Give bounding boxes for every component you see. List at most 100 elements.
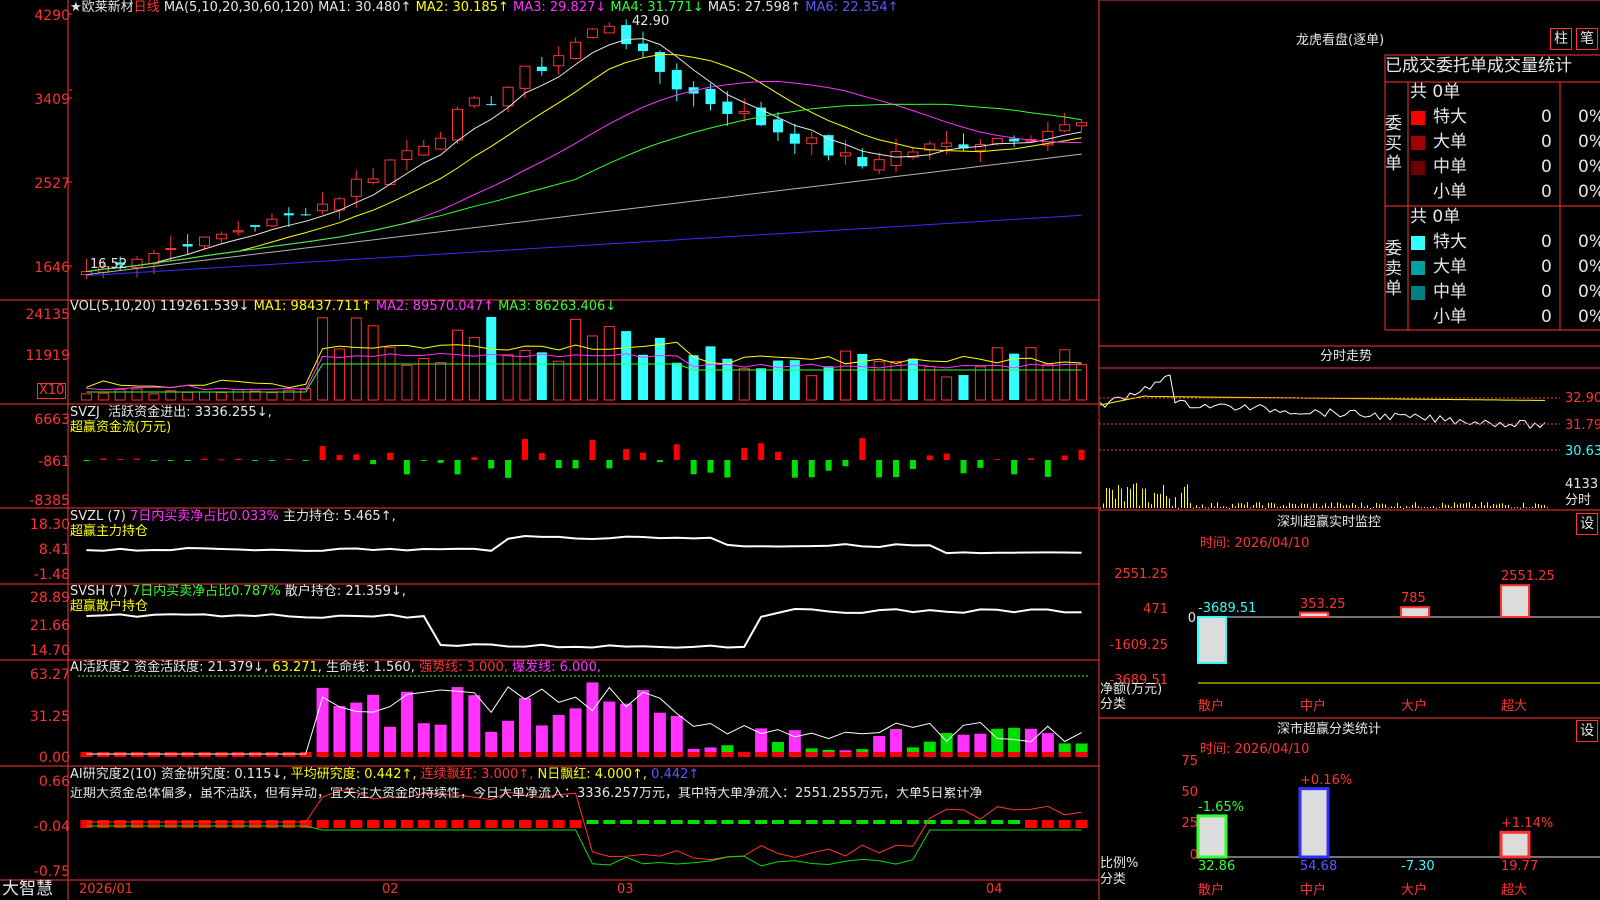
research-bar [502, 820, 515, 828]
flow-bar [876, 460, 883, 478]
volume-bar [839, 350, 851, 401]
activity-base [535, 752, 548, 757]
buy-row-p: 0% [1578, 107, 1600, 127]
intraday-vol-bar [1268, 502, 1269, 508]
intraday-vol-bar [1196, 505, 1197, 508]
flow-bar [893, 460, 900, 478]
volume-bar [350, 317, 362, 401]
svzj-subtitle: 超赢资金流(万元) [70, 420, 172, 435]
activity-base [367, 752, 380, 757]
buy-row-swatch [1411, 161, 1425, 175]
intraday-avg-line [1099, 395, 1545, 406]
flow-bar [926, 455, 933, 460]
airs-header: AI研究度2(10) 资金研究度: 0.115↓, 平均研究度: 0.442↑,… [70, 767, 700, 782]
flow-bar [656, 460, 663, 463]
activity-bar [333, 706, 346, 757]
candle-body [536, 66, 547, 72]
monitor-bar [1500, 584, 1530, 619]
activity-base [974, 752, 987, 757]
intraday-vol-tick: 4133 [1565, 477, 1599, 492]
volume-bar [317, 317, 329, 401]
bar-view-button[interactable]: 柱 [1550, 28, 1572, 50]
svsh-header: SVSH (7) 7日内买卖净占比0.787% 散户持仓: 21.359↓, [70, 584, 406, 599]
monitor-category: 中户 [1300, 699, 1327, 714]
intraday-vol-bar [1292, 503, 1293, 508]
candle-body [435, 137, 447, 150]
candle-body [486, 104, 497, 106]
buy-row-v: 0 [1541, 157, 1552, 177]
intraday-vol-bar [1373, 506, 1374, 508]
volume-bar [435, 362, 447, 401]
intraday-vol-bar [1280, 506, 1281, 508]
sell-row-p: 0% [1578, 232, 1600, 252]
research-bar [181, 820, 194, 828]
candle-body [350, 178, 362, 197]
candle-body [266, 218, 278, 227]
vol-unit: X10 [37, 383, 67, 399]
volume-bar [367, 325, 379, 401]
flow-bar [825, 460, 832, 471]
volume-bar [232, 389, 244, 401]
stats-tabs[interactable]: 已成交委托单成交量统计 [1385, 57, 1572, 75]
intraday-vol-bar [1229, 507, 1230, 509]
intraday-vol-bar [1274, 503, 1275, 508]
intraday-vol-bar [1307, 503, 1308, 508]
activity-base [856, 752, 869, 757]
volume-bar [1025, 347, 1037, 401]
research-bar [282, 820, 295, 828]
research-bar [535, 820, 548, 828]
intraday-vol-bar [1286, 506, 1287, 508]
activity-bar [637, 690, 650, 757]
intraday-vol-bar [1427, 507, 1428, 509]
flow-bar [960, 460, 967, 474]
intraday-vol-bar [1379, 504, 1380, 508]
sell-row-p: 0% [1578, 257, 1600, 277]
volume-bar [536, 352, 547, 400]
classify-pct-label: +0.16% [1300, 772, 1353, 788]
ma6-line [86, 214, 1082, 277]
volume-bar [114, 389, 126, 401]
buy-row-n: 中单 [1433, 157, 1467, 177]
sell-row-v: 0 [1541, 282, 1552, 302]
flow-bar [538, 453, 545, 460]
monitor-settings-button[interactable]: 设 [1576, 513, 1598, 535]
intraday-vol-bar [1493, 503, 1494, 508]
research-bar [198, 820, 211, 828]
activity-base [822, 752, 835, 757]
candle-body [671, 69, 682, 90]
ma5-line [86, 153, 1082, 276]
volume-bar [958, 375, 969, 400]
research-bar [80, 820, 93, 828]
activity-base [451, 752, 464, 757]
flow-bar [808, 460, 815, 478]
classify-settings-button[interactable]: 设 [1576, 720, 1598, 742]
price-tick-2: 3409 [34, 92, 70, 108]
research-bar [552, 820, 565, 828]
flow-bar [623, 449, 630, 460]
xaxis-label-1: 2026/01 [79, 882, 134, 897]
flow-bar [268, 460, 275, 461]
intraday-vol-bar [1397, 502, 1398, 508]
classify-value: 19.77 [1501, 859, 1539, 874]
intraday-vol-bar [1301, 503, 1302, 508]
intraday-vol-bar [1208, 507, 1209, 509]
candle-body [215, 233, 227, 240]
price-tick-1: 4290 [34, 8, 70, 24]
activity-base [350, 752, 363, 757]
intraday-vol-bar [1451, 506, 1452, 508]
flow-bar [454, 460, 461, 475]
buy-side-label: 委买单 [1385, 114, 1402, 174]
activity-base [1008, 752, 1021, 757]
intraday-vol-bar [1217, 502, 1218, 508]
flow-bar [150, 460, 157, 461]
candle-body [367, 178, 379, 183]
candle-body [1076, 122, 1088, 127]
monitor-title: 深圳超赢实时监控 [1277, 515, 1382, 530]
flow-bar [1027, 458, 1034, 460]
ma2-line [86, 53, 1082, 273]
intraday-vol-bar [1523, 502, 1524, 508]
tick-view-button[interactable]: 笔 [1576, 28, 1598, 50]
svsh-tick-3: 14.70 [29, 643, 70, 659]
flow-bar [791, 460, 798, 478]
activity-bar [586, 682, 599, 757]
